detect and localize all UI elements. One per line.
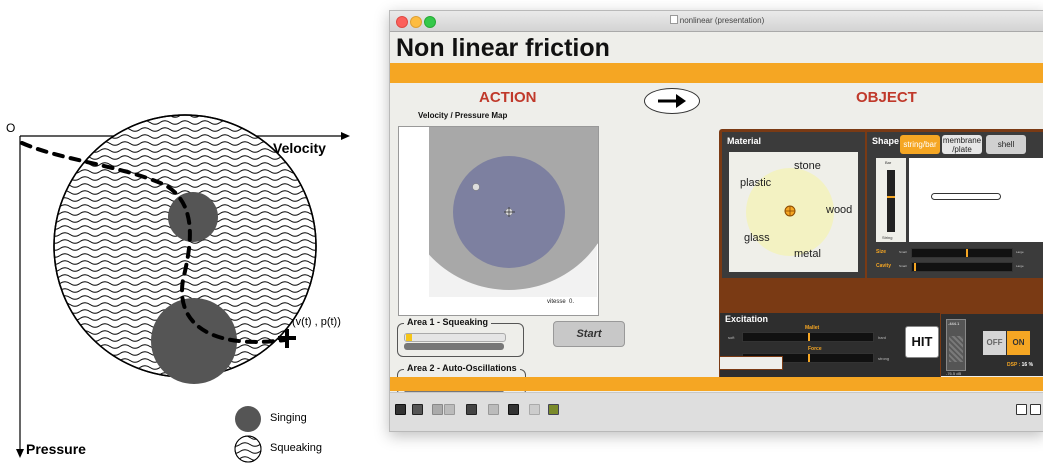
start-button[interactable]: Start [553, 321, 625, 347]
bar-string-slider[interactable] [887, 170, 895, 232]
tab-string-bar[interactable]: string/bar [900, 135, 940, 154]
clue-icon[interactable] [529, 404, 540, 415]
squeaking-legend-icon [235, 436, 261, 462]
window-titlebar[interactable]: nonlinear (presentation) [390, 11, 1043, 32]
action-title: ACTION [479, 89, 537, 106]
material-wood: wood [826, 204, 853, 216]
dsp-icon[interactable] [548, 404, 559, 415]
singing-legend-label: Singing [270, 412, 307, 424]
meter-db-value: -76.5 dB [946, 371, 962, 376]
debug-icon[interactable] [466, 404, 477, 415]
dsp-panel: -444.1 -76.5 dB OFF ON DSP : 16 % [941, 314, 1043, 376]
velocity-axis-label: Velocity [273, 140, 326, 156]
velocity-value: 0. [569, 299, 575, 305]
mallet-slider[interactable] [742, 332, 874, 342]
bar-string-selector[interactable]: Bar String [876, 158, 906, 242]
info-icon[interactable] [488, 404, 499, 415]
grid-icon[interactable] [444, 404, 455, 415]
velocity-pressure-diagram: O Velocity Pressure (v(t) , p(t)) Singin… [0, 0, 370, 466]
force-label: Force [808, 346, 822, 352]
app-window: nonlinear (presentation) Non linear fric… [389, 10, 1043, 432]
cavity-row: Cavity Small Large [876, 261, 1043, 273]
inspector-icon[interactable] [508, 404, 519, 415]
mallet-label: Mallet [805, 325, 820, 331]
area-handle-2[interactable] [472, 183, 480, 191]
split-right-icon[interactable] [1030, 404, 1041, 415]
material-plastic: plastic [740, 177, 772, 189]
point-label: (v(t) , p(t)) [292, 316, 341, 328]
origin-label: O [6, 121, 16, 135]
diagram-svg [16, 114, 350, 463]
new-object-icon[interactable] [432, 404, 443, 415]
volume-meter[interactable]: -444.1 [946, 319, 966, 371]
dsp-load: DSP : 16 % [1007, 362, 1034, 368]
arrow-button[interactable] [644, 88, 700, 114]
velocity-pressure-map[interactable]: pression 0. vitesse 0. [398, 126, 599, 316]
presentation-icon[interactable] [412, 404, 423, 415]
area-1-slider[interactable] [404, 343, 504, 350]
area-2-label: Area 2 - Auto-Oscillations [404, 363, 520, 373]
window-title: nonlinear (presentation) [390, 15, 1043, 25]
material-stone: stone [794, 160, 821, 172]
area-1-slider-top[interactable] [404, 333, 506, 342]
pressure-axis-label: Pressure [26, 441, 86, 457]
split-left-icon[interactable] [1016, 404, 1027, 415]
document-icon [669, 15, 678, 24]
bottom-orange-bar [390, 377, 1043, 391]
patch-area: Non linear friction ACTION Velocity / Pr… [390, 32, 1043, 396]
material-map[interactable]: stone plastic wood glass metal [729, 152, 858, 272]
shape-preview [909, 158, 1043, 242]
singing-region-large [151, 298, 237, 384]
size-row: Size Small Large [876, 247, 1043, 259]
hit-button[interactable]: HIT [905, 326, 939, 358]
area-1-group: Area 1 - Squeaking [397, 317, 524, 357]
cavity-slider[interactable] [911, 262, 1013, 272]
bar-shape-icon [931, 193, 1001, 200]
right-arrow-icon [658, 94, 686, 108]
excitation-title: Excitation [725, 314, 769, 324]
shape-panel: Shape string/bar membrane /plate shell B… [867, 132, 1043, 278]
dsp-off-button[interactable]: OFF [983, 331, 1006, 355]
singing-legend-icon [235, 406, 261, 432]
dsp-on-button[interactable]: ON [1007, 331, 1030, 355]
squeaking-legend-label: Squeaking [270, 442, 322, 454]
x-axis-arrow-icon [341, 132, 350, 140]
object-title: OBJECT [856, 89, 917, 106]
bottom-tab [719, 356, 783, 370]
lock-icon[interactable] [395, 404, 406, 415]
material-metal: metal [794, 248, 821, 260]
map-title: Velocity / Pressure Map [418, 111, 508, 120]
velocity-label: vitesse [547, 299, 566, 305]
y-axis-arrow-icon [16, 449, 24, 458]
top-orange-bar [390, 63, 1043, 83]
material-glass: glass [744, 232, 770, 244]
material-panel: Material stone plastic wood glass metal [722, 132, 865, 278]
material-title: Material [727, 136, 762, 146]
page-title: Non linear friction [396, 34, 610, 62]
tab-shell[interactable]: shell [986, 135, 1026, 154]
singing-region-small [168, 192, 218, 242]
area-1-label: Area 1 - Squeaking [404, 317, 492, 327]
tab-membrane-plate[interactable]: membrane /plate [942, 135, 982, 154]
size-slider[interactable] [911, 248, 1013, 258]
shape-title: Shape [872, 136, 900, 146]
